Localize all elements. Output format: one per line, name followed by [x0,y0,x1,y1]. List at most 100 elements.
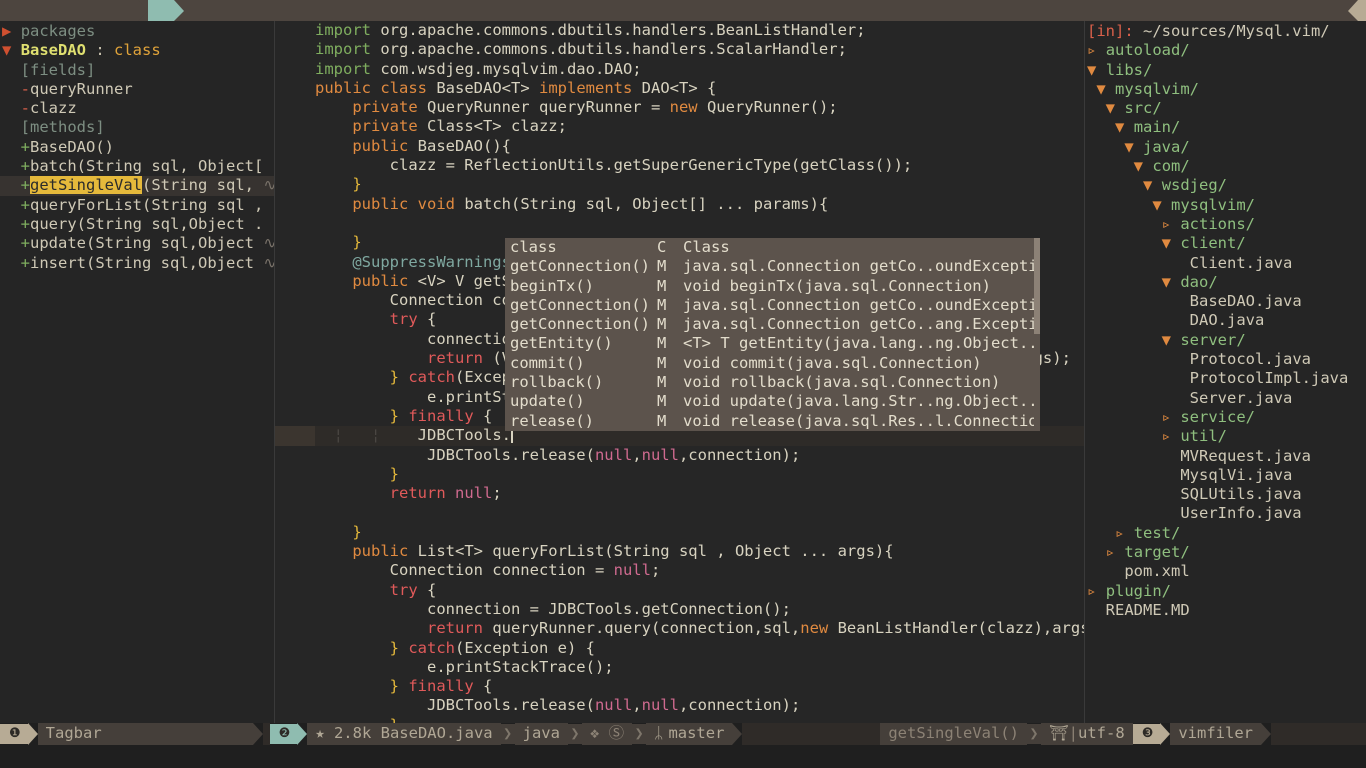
vimfiler-row[interactable]: pom.xml [1085,562,1366,581]
tagbar-row[interactable]: +query(String sql,Object . ∿ [0,215,275,234]
chevron-down-icon[interactable]: ▼ [1124,138,1133,156]
buffers-button[interactable] [1348,0,1366,21]
chevron-down-icon[interactable]: ▼ [1087,61,1096,79]
chevron-right-icon[interactable]: ▶ [2,22,11,40]
code-line[interactable]: public List<T> queryForList(String sql ,… [275,542,1085,561]
popup-scrollbar-thumb[interactable] [1034,238,1040,334]
vimfiler-row[interactable]: ProtocolImpl.java [1085,369,1366,388]
code-line[interactable]: } [275,465,1085,484]
vimfiler-row[interactable]: ▹ actions/ [1085,215,1366,234]
tagbar-row[interactable]: +batch(String sql, Object[ ∿ [0,157,275,176]
code-line[interactable]: JDBCTools.release(null,null,connection); [275,696,1085,715]
chevron-down-icon[interactable]: ▼ [1106,99,1115,117]
chevron-right-icon[interactable]: ▹ [1162,408,1171,426]
code-line[interactable]: } [275,175,1085,194]
status-window-1[interactable]: ❶Tagbar [0,723,263,745]
code-line[interactable]: e.printStackTrace(); [275,658,1085,677]
vimfiler-row[interactable]: ▼ server/ [1085,331,1366,350]
chevron-right-icon[interactable]: ▹ [1115,524,1124,542]
tagbar-row[interactable]: +update(String sql,Object ∿ [0,234,275,253]
code-line[interactable]: Connection connection = null; [275,561,1085,580]
chevron-down-icon[interactable]: ▼ [1115,118,1124,136]
vimfiler-row[interactable]: ▼ libs/ [1085,61,1366,80]
vimfiler-pane[interactable]: [in]: ~/sources/Mysql.vim/▹ autoload/▼ l… [1085,21,1366,723]
code-line[interactable]: } [275,716,1085,723]
code-line[interactable]: JDBCTools.release(null,null,connection); [275,446,1085,465]
chevron-right-icon[interactable]: ▹ [1087,582,1096,600]
completion-item[interactable]: getConnection()Mjava.sql.Connection getC… [505,296,1040,315]
code-line[interactable]: try { [275,581,1085,600]
tab-Client-java[interactable] [34,0,60,21]
tagbar-row[interactable]: ▼ BaseDAO : class [0,41,275,60]
code-line[interactable]: connection = JDBCTools.getConnection(); [275,600,1085,619]
tab-Protocol-java[interactable] [112,0,138,21]
code-line[interactable] [275,214,1085,233]
tagbar-row[interactable]: -queryRunner [0,80,275,99]
code-line[interactable] [275,503,1085,522]
vimfiler-row[interactable]: Protocol.java [1085,350,1366,369]
code-line[interactable]: public void batch(String sql, Object[] .… [275,195,1085,214]
code-line[interactable]: public class BaseDAO<T> implements DAO<T… [275,79,1085,98]
chevron-right-icon[interactable]: ▹ [1162,215,1171,233]
chevron-right-icon[interactable]: ▹ [1106,543,1115,561]
command-line[interactable] [0,745,1366,768]
tagbar-row[interactable]: +BaseDAO() [0,138,275,157]
vimfiler-row[interactable]: ▼ wsdjeg/ [1085,176,1366,195]
code-line[interactable]: public BaseDAO(){ [275,137,1085,156]
vimfiler-row[interactable]: SQLUtils.java [1085,485,1366,504]
vimfiler-row[interactable]: ▼ mysqlvim/ [1085,80,1366,99]
chevron-down-icon[interactable]: ▼ [1162,234,1171,252]
code-line[interactable]: } catch(Exception e) { [275,639,1085,658]
completion-item[interactable]: classCClass [505,238,1040,257]
completion-item[interactable]: release()Mvoid release(java.sql.Res..l.C… [505,412,1040,431]
code-line[interactable]: } finally { [275,677,1085,696]
completion-item[interactable]: commit()Mvoid commit(java.sql.Connection… [505,354,1040,373]
status-window-3[interactable]: ❸vimfiler [1133,723,1271,745]
vimfiler-row[interactable]: ▼ client/ [1085,234,1366,253]
vimfiler-row[interactable]: ▹ autoload/ [1085,41,1366,60]
vimfiler-row[interactable]: ▹ util/ [1085,427,1366,446]
tagbar-row[interactable]: -clazz [0,99,275,118]
completion-item[interactable]: beginTx()Mvoid beginTx(java.sql.Connecti… [505,277,1040,296]
vimfiler-row[interactable]: ▹ test/ [1085,524,1366,543]
tagbar-row[interactable]: +getSingleVal(String sql, ∿ [0,176,275,195]
vimfiler-row[interactable]: MVRequest.java [1085,447,1366,466]
chevron-down-icon[interactable]: ▼ [1134,157,1143,175]
chevron-right-icon[interactable]: ▹ [1087,41,1096,59]
tagbar-pane[interactable]: ▶ packages▼ BaseDAO : class [fields] -qu… [0,21,275,723]
vimfiler-row[interactable]: Client.java [1085,254,1366,273]
code-line[interactable]: return queryRunner.query(connection,sql,… [275,619,1085,638]
tagbar-row[interactable]: [methods] [0,118,275,137]
vimfiler-row[interactable]: MysqlVi.java [1085,466,1366,485]
vimfiler-row[interactable]: DAO.java [1085,311,1366,330]
code-line[interactable]: clazz = ReflectionUtils.getSuperGenericT… [275,156,1085,175]
completion-item[interactable]: getConnection()Mjava.sql.Connection getC… [505,315,1040,334]
vimfiler-row[interactable]: ▹ service/ [1085,408,1366,427]
code-line[interactable]: return null; [275,484,1085,503]
vimfiler-row[interactable]: README.MD [1085,601,1366,620]
tab-MysqlVi-java[interactable] [73,0,99,21]
tab-BaseDAO-java[interactable] [148,0,174,21]
chevron-right-icon[interactable]: ▹ [1162,427,1171,445]
chevron-down-icon[interactable]: ▼ [1096,80,1105,98]
completion-item[interactable]: getConnection()Mjava.sql.Connection getC… [505,257,1040,276]
vimfiler-row[interactable]: ▼ dao/ [1085,273,1366,292]
tagbar-row[interactable]: +queryForList(String sql , ∿ [0,196,275,215]
code-line[interactable]: private QueryRunner queryRunner = new Qu… [275,98,1085,117]
chevron-down-icon[interactable]: ▼ [1143,176,1152,194]
tagbar-row[interactable]: ▶ packages [0,22,275,41]
completion-item[interactable]: rollback()Mvoid rollback(java.sql.Connec… [505,373,1040,392]
vimfiler-row[interactable]: ▼ java/ [1085,138,1366,157]
vimfiler-row[interactable]: UserInfo.java [1085,504,1366,523]
vimfiler-row[interactable]: ▼ main/ [1085,118,1366,137]
code-line[interactable]: import org.apache.commons.dbutils.handle… [275,21,1085,40]
vimfiler-row[interactable]: ▹ target/ [1085,543,1366,562]
vimfiler-row[interactable]: ▼ com/ [1085,157,1366,176]
code-line[interactable]: private Class<T> clazz; [275,117,1085,136]
vimfiler-row[interactable]: ▼ mysqlvim/ [1085,196,1366,215]
vimfiler-row[interactable]: ▼ src/ [1085,99,1366,118]
vimfiler-row[interactable]: BaseDAO.java [1085,292,1366,311]
code-line[interactable]: import com.wsdjeg.mysqlvim.dao.DAO; [275,60,1085,79]
code-line[interactable]: } [275,523,1085,542]
popup-scrollbar[interactable] [1034,238,1040,431]
